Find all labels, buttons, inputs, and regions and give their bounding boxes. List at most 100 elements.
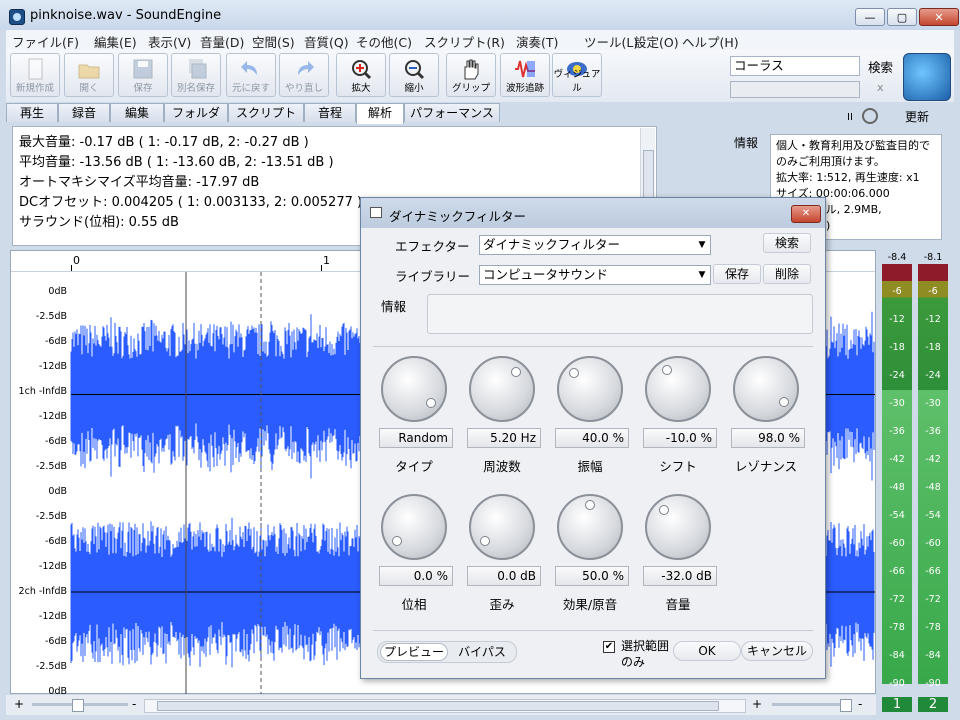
toolbar-button-5[interactable]: やり直し (279, 53, 329, 97)
toolbar-button-4[interactable]: 元に戻す (226, 53, 276, 97)
pause-icon[interactable]: II (847, 112, 853, 123)
meter-scale-label: -66 (889, 566, 905, 577)
dialog-title-bar[interactable]: ダイナミックフィルター ✕ (361, 198, 825, 228)
library-delete-button[interactable]: 削除 (763, 264, 811, 284)
soundengine-logo[interactable] (903, 53, 951, 101)
selection-only-checkbox[interactable]: ✔ (603, 641, 615, 653)
tab-5[interactable]: 音程 (304, 103, 356, 122)
clear-search-button[interactable]: x (877, 81, 884, 94)
scrollbar-thumb[interactable] (643, 150, 654, 202)
knob-value-field[interactable]: -10.0 % (643, 428, 717, 448)
effector-search-button[interactable]: 検索 (763, 233, 811, 253)
menu-item-11[interactable]: ヘルプ(H) (682, 32, 739, 51)
close-button[interactable]: ✕ (919, 8, 959, 26)
chevron-down-icon[interactable]: ▼ (696, 268, 708, 282)
tab-0[interactable]: 再生 (6, 103, 58, 122)
menu-item-9[interactable]: ツール(L) (584, 32, 638, 51)
dialog-close-button[interactable]: ✕ (791, 205, 821, 223)
vertical-zoom-in-button[interactable]: + (752, 697, 762, 711)
knob-value-field[interactable]: Random (379, 428, 453, 448)
chevron-down-icon[interactable]: ▼ (696, 238, 708, 252)
menu-item-8[interactable]: 演奏(T) (516, 32, 558, 51)
toolbar-button-6[interactable]: 拡大 (336, 53, 386, 97)
menu-item-4[interactable]: 空間(S) (252, 32, 295, 51)
knob-label: 効果/原音 (562, 597, 618, 612)
vertical-zoom-out-button[interactable]: - (858, 697, 862, 711)
horizontal-scrollbar-thumb[interactable] (157, 701, 719, 711)
toolbar-button-7[interactable]: 縮小 (389, 53, 439, 97)
tab-2[interactable]: 編集 (110, 103, 164, 122)
menu-item-5[interactable]: 音質(Q) (304, 32, 349, 51)
tab-7[interactable]: パフォーマンス (404, 103, 500, 122)
toolbar-button-8[interactable]: グリップ (446, 53, 496, 97)
knob-value-field[interactable]: 40.0 % (555, 428, 629, 448)
menu-item-2[interactable]: 表示(V) (148, 32, 191, 51)
knob-value-field[interactable]: 0.0 dB (467, 566, 541, 586)
zoom-in-icon (352, 60, 372, 80)
knob-knobs_row2-3[interactable] (645, 494, 711, 560)
app-icon[interactable] (9, 9, 25, 25)
toolbar-label: 縮小 (404, 83, 424, 94)
knob-knobs_row2-0[interactable] (381, 494, 447, 560)
menu-item-10[interactable]: 設定(O) (634, 32, 679, 51)
knob-value-field[interactable]: -32.0 dB (643, 566, 717, 586)
toolbar-button-9[interactable]: 波形追跡 (500, 53, 550, 97)
selection-only-label[interactable]: 選択範囲のみ (621, 638, 669, 670)
zoom-out-status-button[interactable]: - (132, 697, 136, 711)
tab-3[interactable]: フォルダ (164, 103, 228, 122)
title-bar[interactable]: pinknoise.wav - SoundEngine — ▢ ✕ (0, 0, 960, 30)
meter-scale-label: -90 (889, 678, 905, 689)
horizontal-scrollbar[interactable] (144, 699, 746, 713)
knob-knobs_row1-4[interactable] (733, 356, 799, 422)
tab-1[interactable]: 録音 (58, 103, 110, 122)
meter-scale-label: -18 (889, 342, 905, 353)
vertical-zoom-slider[interactable] (772, 699, 852, 712)
library-label: ライブラリー (395, 269, 471, 284)
cancel-button[interactable]: キャンセル (741, 641, 813, 661)
knob-value-field[interactable]: 5.20 Hz (467, 428, 541, 448)
vertical-zoom-slider-thumb[interactable] (840, 699, 852, 712)
bypass-button[interactable]: バイパス (450, 643, 514, 661)
loop-icon[interactable] (862, 108, 878, 124)
tab-6[interactable]: 解析 (356, 103, 404, 124)
library-save-button[interactable]: 保存 (713, 264, 761, 284)
knob-value-field[interactable]: 98.0 % (731, 428, 805, 448)
knob-knobs_row1-1[interactable] (469, 356, 535, 422)
toolbar-button-10[interactable]: ヴィジュアル (552, 53, 602, 97)
maximize-button[interactable]: ▢ (887, 8, 917, 26)
db-scale-label: -2.5dB (35, 461, 67, 472)
meter-scale-label: -60 (889, 538, 905, 549)
library-select[interactable]: コンピュータサウンド ▼ (479, 265, 711, 285)
effect-search-input[interactable]: コーラス (730, 56, 860, 76)
minimize-button[interactable]: — (855, 8, 885, 26)
tab-4[interactable]: スクリプト (228, 103, 304, 122)
ok-button[interactable]: OK (673, 641, 741, 661)
toolbar-button-2[interactable]: 保存 (118, 53, 168, 97)
knob-knobs_row1-0[interactable] (381, 356, 447, 422)
effector-select[interactable]: ダイナミックフィルター ▼ (479, 235, 711, 255)
preview-button[interactable]: プレビュー (380, 643, 448, 661)
knob-value-field[interactable]: 0.0 % (379, 566, 453, 586)
zoom-slider[interactable] (32, 699, 128, 712)
toolbar-button-1[interactable]: 開く (64, 53, 114, 97)
knob-knobs_row1-3[interactable] (645, 356, 711, 422)
knob-knobs_row2-1[interactable] (469, 494, 535, 560)
meter-scale-label: -36 (889, 426, 905, 437)
menu-item-1[interactable]: 編集(E) (94, 32, 137, 51)
knob-indicator (480, 536, 491, 547)
knob-value-field[interactable]: 50.0 % (555, 566, 629, 586)
zoom-in-status-button[interactable]: + (14, 697, 24, 711)
effect-search-button[interactable]: 検索 (868, 57, 893, 76)
menu-item-0[interactable]: ファイル(F) (12, 32, 79, 51)
toolbar-button-3[interactable]: 別名保存 (171, 53, 221, 97)
toolbar-button-0[interactable]: 新規作成 (10, 53, 60, 97)
menu-item-7[interactable]: スクリプト(R) (424, 32, 505, 51)
db-scale-label: -2.5dB (35, 511, 67, 522)
menu-item-6[interactable]: その他(C) (356, 32, 412, 51)
knob-knobs_row1-2[interactable] (557, 356, 623, 422)
menu-item-3[interactable]: 音量(D) (200, 32, 244, 51)
knob-knobs_row2-2[interactable] (557, 494, 623, 560)
level-meter: -8.4 -6 -12 -18 -24 -30 -36 -42 -48 -54 -60 -66 -72 -… (880, 250, 950, 714)
update-button[interactable]: 更新 (893, 108, 941, 128)
zoom-slider-thumb[interactable] (72, 699, 84, 712)
